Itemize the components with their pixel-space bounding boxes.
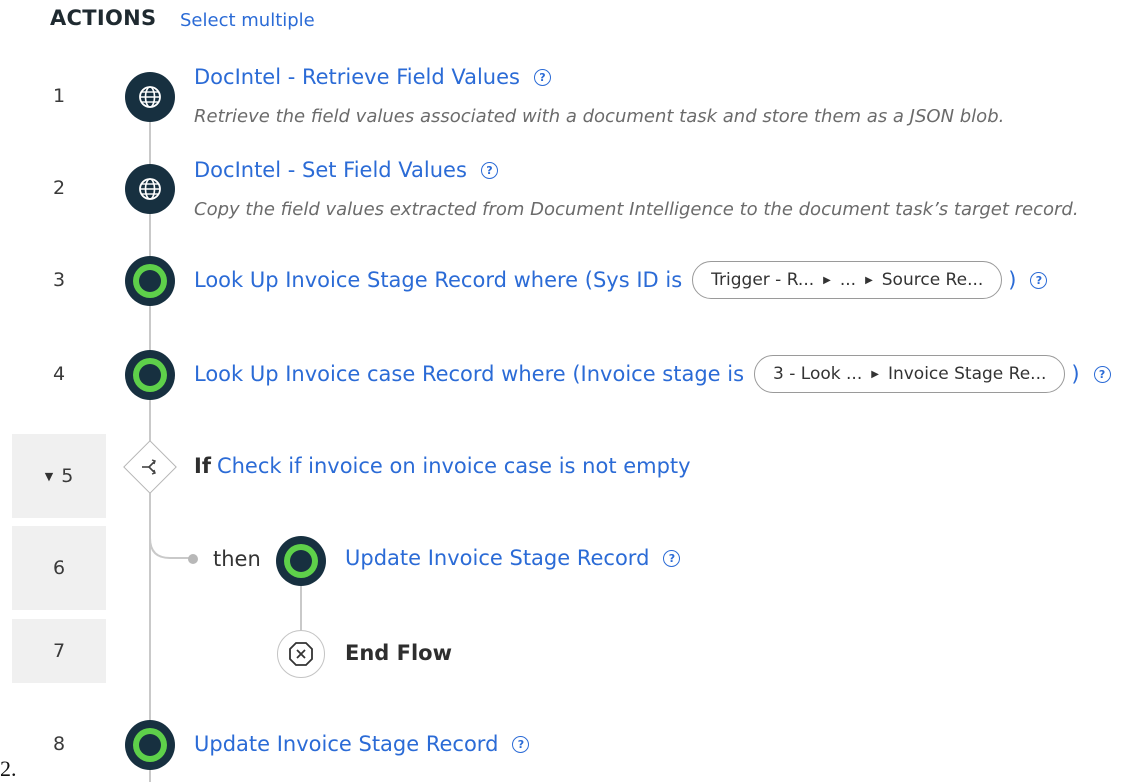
step-6-title: Update Invoice Stage Record ? bbox=[345, 546, 681, 570]
step-4-node bbox=[125, 350, 175, 400]
step-8-node bbox=[125, 720, 175, 770]
step-number-4: 4 bbox=[52, 363, 66, 385]
step-1-title: DocIntel - Retrieve Field Values ? bbox=[194, 65, 551, 89]
step-number-6: 6 bbox=[52, 557, 66, 579]
end-flow-icon bbox=[289, 642, 313, 666]
branch-icon bbox=[131, 448, 169, 486]
pill-segment: Invoice Stage Re... bbox=[887, 364, 1047, 384]
pill-segment: Trigger - R... bbox=[711, 270, 815, 290]
then-dot bbox=[188, 554, 198, 564]
step-1-link[interactable]: DocIntel - Retrieve Field Values bbox=[194, 65, 520, 89]
step-2-description: Copy the field values extracted from Doc… bbox=[194, 199, 1079, 220]
help-icon[interactable]: ? bbox=[480, 161, 498, 179]
step-4-link[interactable]: Look Up Invoice case Record where (Invoi… bbox=[194, 362, 744, 386]
pill-arrow-icon: ▶ bbox=[871, 368, 879, 380]
step-number-1: 1 bbox=[52, 85, 66, 107]
step-8-title: Update Invoice Stage Record ? bbox=[194, 732, 530, 756]
step-row-7: 7 bbox=[12, 619, 106, 683]
then-label: then bbox=[213, 547, 261, 571]
step-1-node bbox=[125, 72, 175, 122]
step-1-description: Retrieve the field values associated wit… bbox=[194, 106, 1005, 127]
step-7-node bbox=[277, 630, 325, 678]
step-number-8: 8 bbox=[52, 733, 66, 755]
step-6-link[interactable]: Update Invoice Stage Record bbox=[345, 546, 649, 570]
step-number-7: 7 bbox=[52, 640, 66, 662]
step-2-title: DocIntel - Set Field Values ? bbox=[194, 158, 498, 182]
record-icon bbox=[133, 728, 167, 762]
help-icon[interactable]: ? bbox=[1030, 271, 1048, 289]
step-number-3: 3 bbox=[52, 269, 66, 291]
record-icon bbox=[133, 358, 167, 392]
pill-segment: ... bbox=[839, 270, 857, 290]
end-flow-label[interactable]: End Flow bbox=[345, 641, 452, 665]
step-5-title: If Check if invoice on invoice case is n… bbox=[194, 454, 691, 478]
step-6-node bbox=[276, 536, 326, 586]
step-4-title: Look Up Invoice case Record where (Invoi… bbox=[194, 355, 1111, 393]
help-icon[interactable]: ? bbox=[533, 68, 551, 86]
pill-arrow-icon: ▶ bbox=[823, 274, 831, 286]
step-row-6: 6 bbox=[12, 526, 106, 610]
help-icon[interactable]: ? bbox=[512, 735, 530, 753]
step-3-link[interactable]: Look Up Invoice Stage Record where (Sys … bbox=[194, 268, 682, 292]
select-multiple-link[interactable]: Select multiple bbox=[180, 10, 315, 31]
actions-heading: ACTIONS bbox=[50, 6, 157, 30]
pill-segment: 3 - Look ... bbox=[773, 364, 863, 384]
step-2-node bbox=[125, 164, 175, 214]
help-icon[interactable]: ? bbox=[1093, 365, 1111, 383]
step-3-title: Look Up Invoice Stage Record where (Sys … bbox=[194, 261, 1048, 299]
pill-segment: Source Re... bbox=[881, 270, 984, 290]
step-row-5[interactable]: ▼ 5 bbox=[12, 434, 106, 518]
pill-arrow-icon: ▶ bbox=[865, 274, 873, 286]
record-icon bbox=[133, 264, 167, 298]
step-2-link[interactable]: DocIntel - Set Field Values bbox=[194, 158, 467, 182]
data-pill[interactable]: Trigger - R... ▶ ... ▶ Source Re... bbox=[692, 261, 1003, 299]
collapse-caret-icon[interactable]: ▼ bbox=[45, 470, 53, 483]
step-number-2: 2 bbox=[52, 177, 66, 199]
close-paren: ) bbox=[1071, 362, 1080, 386]
step-8-link[interactable]: Update Invoice Stage Record bbox=[194, 732, 498, 756]
globe-icon bbox=[139, 86, 161, 108]
step-3-node bbox=[125, 256, 175, 306]
data-pill[interactable]: 3 - Look ... ▶ Invoice Stage Re... bbox=[754, 355, 1066, 393]
stray-caption: 2. bbox=[0, 756, 17, 781]
close-paren: ) bbox=[1008, 268, 1017, 292]
record-icon bbox=[284, 544, 318, 578]
if-label: If bbox=[194, 454, 211, 478]
globe-icon bbox=[139, 178, 161, 200]
step-5-link[interactable]: Check if invoice on invoice case is not … bbox=[217, 454, 691, 478]
step-number-5: 5 bbox=[61, 465, 74, 487]
help-icon[interactable]: ? bbox=[663, 549, 681, 567]
